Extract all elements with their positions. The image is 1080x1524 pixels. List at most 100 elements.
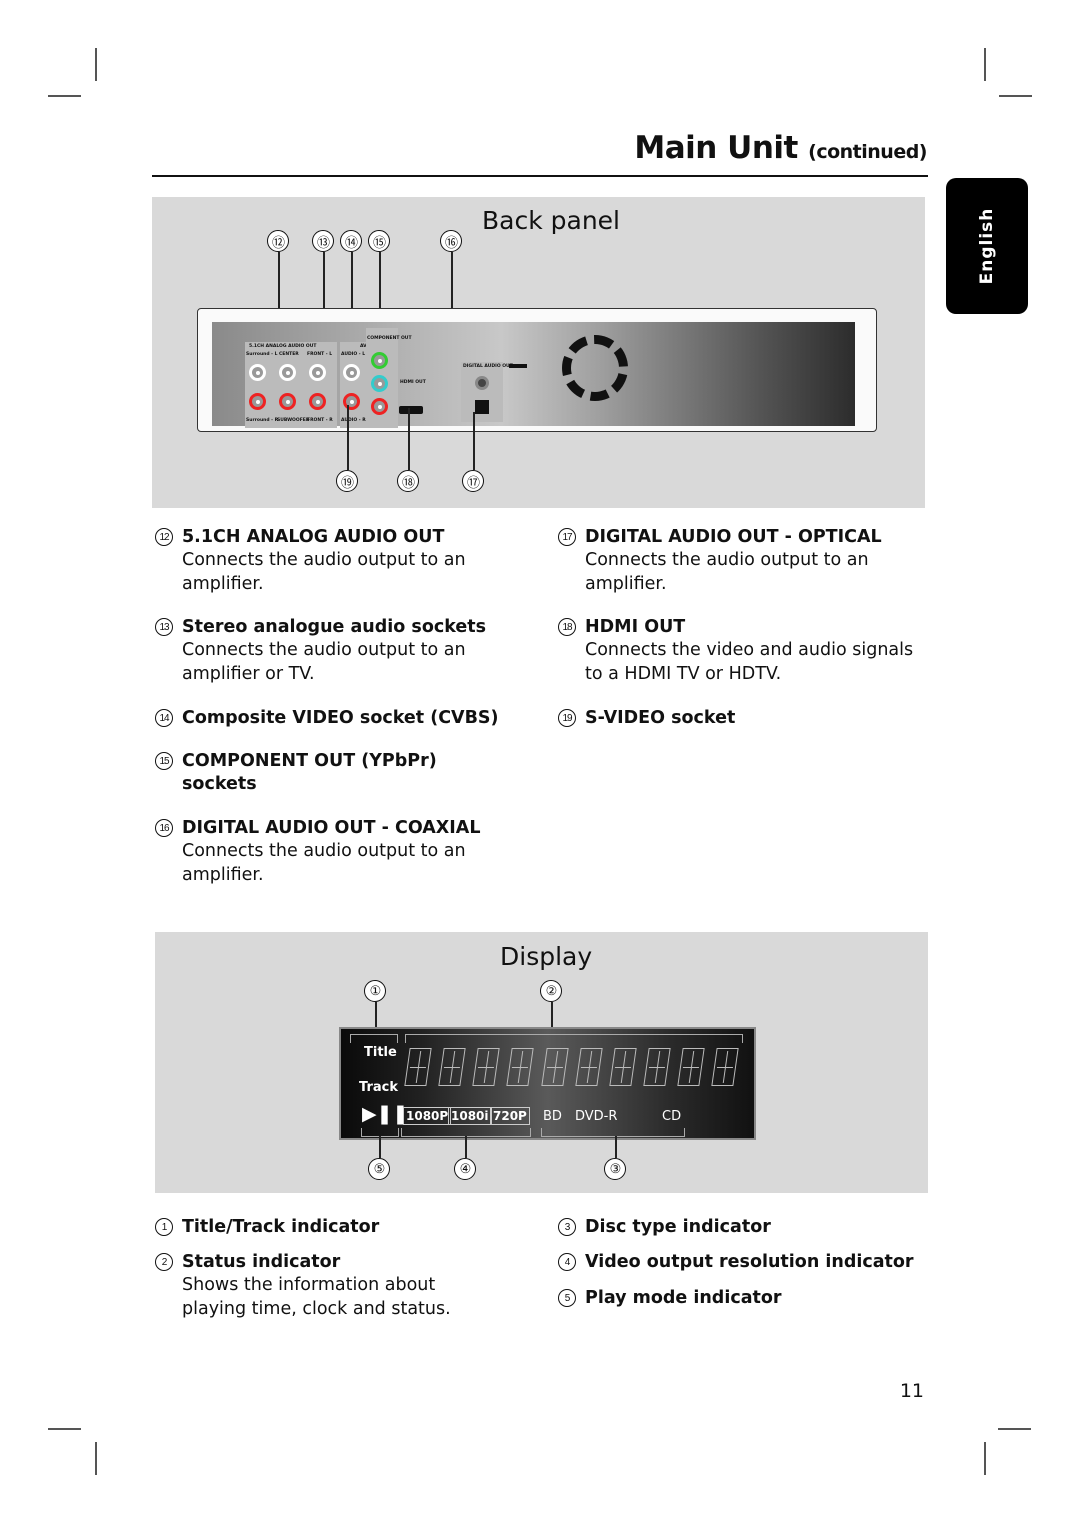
callout-18: ⑱	[397, 470, 419, 492]
label-front-l: FRONT - L	[307, 352, 333, 357]
crop-mark	[999, 95, 1032, 97]
label-audio-l: AUDIO - L	[341, 352, 366, 357]
item-desc: Shows the information about playing time…	[182, 1275, 451, 1319]
header-rule	[152, 175, 928, 177]
leader-line	[465, 1136, 467, 1158]
item-number: 14	[155, 709, 173, 727]
jack-y	[371, 352, 388, 369]
item-number: 13	[155, 618, 173, 636]
jack-pb	[371, 375, 388, 392]
callout-3: ③	[604, 1158, 626, 1180]
hdmi-port	[399, 406, 423, 414]
jack-front-r	[309, 393, 326, 410]
item-number: 19	[558, 709, 576, 727]
label-surround-r: Surround - R	[246, 418, 279, 423]
resolution-1080p: 1080P	[403, 1107, 452, 1125]
leader-line	[408, 408, 410, 470]
label-analog-out: 5.1CH ANALOG AUDIO OUT	[249, 344, 317, 349]
item-number: 15	[155, 752, 173, 770]
crop-mark	[48, 95, 81, 97]
jack-optical	[475, 400, 489, 414]
item-number: 2	[155, 1253, 173, 1271]
callout-17: ⑰	[462, 470, 484, 492]
callout-16: ⑯	[440, 230, 462, 252]
callout-13: ⑬	[312, 230, 334, 252]
item-desc: Connects the audio output to an amplifie…	[585, 550, 869, 594]
play-pause-icon: ▶❚❚	[362, 1103, 409, 1125]
jack-subwoofer	[279, 393, 296, 410]
callout-14: ⑭	[340, 230, 362, 252]
label-subwoofer: SUBWOOFER	[277, 418, 310, 423]
bracket-status	[405, 1034, 743, 1043]
crop-mark	[984, 48, 986, 81]
disc-cd: CD	[662, 1109, 682, 1124]
callout-5: ⑤	[368, 1158, 390, 1180]
item-title: Video output resolution indicator	[585, 1252, 914, 1272]
item-19: 19 S-VIDEO socket	[558, 707, 928, 730]
jack-surround-l	[249, 364, 266, 381]
item-desc: Connects the audio output to an amplifie…	[182, 550, 466, 594]
bracket-title-track	[350, 1034, 398, 1043]
leader-line	[473, 412, 475, 470]
item-title: 5.1CH ANALOG AUDIO OUT	[182, 527, 445, 547]
leader-line	[379, 1136, 381, 1158]
item-number: 12	[155, 528, 173, 546]
item-title: Composite VIDEO socket (CVBS)	[182, 708, 499, 728]
crop-mark	[984, 1442, 986, 1475]
item-desc: Connects the video and audio signals to …	[585, 640, 914, 684]
item-2: 2 Status indicator Shows the information…	[155, 1251, 525, 1321]
item-number: 5	[558, 1289, 576, 1307]
callout-19: ⑲	[336, 470, 358, 492]
item-title: Disc type indicator	[585, 1217, 771, 1237]
callout-15: ⑮	[368, 230, 390, 252]
item-13: 13 Stereo analogue audio sockets Connect…	[155, 616, 525, 686]
label-digital-audio-out: DIGITAL AUDIO OUT	[463, 364, 513, 369]
item-4: 4 Video output resolution indicator	[558, 1251, 928, 1274]
label-hdmi-out: HDMI OUT	[400, 380, 426, 385]
item-1: 1 Title/Track indicator	[155, 1216, 525, 1239]
jack-pr	[371, 398, 388, 415]
leader-line	[615, 1136, 617, 1158]
crop-mark	[48, 1428, 81, 1430]
item-number: 3	[558, 1218, 576, 1236]
display-title: Display	[500, 942, 593, 971]
page-title-text: Main Unit	[634, 130, 798, 166]
item-desc: Connects the audio output to an amplifie…	[182, 640, 466, 684]
item-title: HDMI OUT	[585, 617, 686, 637]
item-title: Stereo analogue audio sockets	[182, 617, 487, 637]
label-surround-l: Surround - L	[246, 352, 278, 357]
item-18: 18 HDMI OUT Connects the video and audio…	[558, 616, 928, 686]
item-desc: Connects the audio output to an amplifie…	[182, 841, 466, 885]
item-title: DIGITAL AUDIO OUT - OPTICAL	[585, 527, 882, 547]
power-connector	[509, 364, 527, 368]
page-subtitle: (continued)	[808, 141, 927, 163]
resolution-720p: 720P	[490, 1107, 530, 1125]
callout-4: ④	[454, 1158, 476, 1180]
resolution-1080i: 1080i	[448, 1107, 492, 1125]
language-label: English	[977, 207, 997, 285]
label-center: CENTER	[279, 352, 299, 357]
crop-mark	[998, 1428, 1031, 1430]
item-number: 16	[155, 819, 173, 837]
item-number: 4	[558, 1253, 576, 1271]
jack-center	[279, 364, 296, 381]
item-3: 3 Disc type indicator	[558, 1216, 928, 1239]
label-front-r: FRONT - R	[307, 418, 333, 423]
jack-audio-l	[343, 364, 360, 381]
vfd-title-label: Title	[364, 1045, 397, 1060]
item-12: 12 5.1CH ANALOG AUDIO OUT Connects the a…	[155, 526, 525, 596]
item-title: COMPONENT OUT (YPbPr) sockets	[182, 751, 437, 794]
callout-1: ①	[364, 980, 386, 1002]
jack-front-l	[309, 364, 326, 381]
item-title: Play mode indicator	[585, 1288, 782, 1308]
label-component-out: COMPONENT OUT	[367, 336, 412, 341]
item-title: S-VIDEO socket	[585, 708, 736, 728]
item-14: 14 Composite VIDEO socket (CVBS)	[155, 707, 525, 730]
page-number: 11	[899, 1380, 924, 1402]
label-audio-r: AUDIO - R	[341, 418, 366, 423]
leader-line	[347, 405, 349, 470]
crop-mark	[95, 1442, 97, 1475]
language-tab: English	[946, 178, 1028, 314]
jack-audio-r	[343, 393, 360, 410]
digital-out-block: DIGITAL AUDIO OUT	[461, 362, 513, 422]
